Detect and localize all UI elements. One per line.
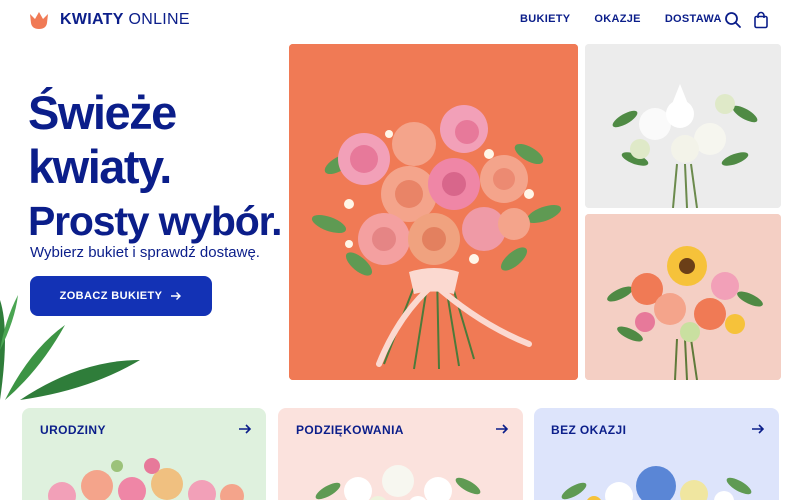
tulip-logo-icon — [30, 12, 48, 29]
brand-name-light: ONLINE — [128, 11, 190, 28]
arrow-right-icon — [496, 424, 509, 434]
site-header: KWIATY ONLINE BUKIETY OKAZJE DOSTAWA — [0, 0, 800, 40]
category-card-urodziny[interactable]: URODZINY — [22, 408, 266, 500]
arrow-right-icon — [752, 424, 765, 434]
sunflower-bouquet-illustration — [585, 214, 781, 380]
white-bouquet-image[interactable] — [585, 44, 781, 208]
pink-peach-bouquet-illustration — [289, 44, 578, 380]
no-occasion-flowers-illustration — [561, 466, 752, 500]
category-label: PODZIĘKOWANIA — [296, 423, 404, 437]
hero-title-line-2: kwiaty. — [28, 140, 172, 193]
category-label: BEZ OKAZJI — [551, 423, 627, 437]
thank-you-flowers-illustration — [315, 465, 481, 500]
hero-title-line-1: Świeże — [28, 86, 177, 139]
shopping-bag-icon[interactable] — [752, 11, 770, 29]
brand-name-bold: KWIATY — [60, 11, 124, 28]
category-card-podziekowania[interactable]: PODZIĘKOWANIA — [278, 408, 523, 500]
arrow-right-icon — [171, 292, 182, 300]
main-nav: BUKIETY OKAZJE DOSTAWA — [520, 13, 722, 25]
logo[interactable]: KWIATY ONLINE — [28, 10, 190, 30]
white-lily-bouquet-illustration — [585, 44, 781, 208]
hero-subtitle: Wybierz bukiet i sprawdź dostawę. — [30, 244, 260, 261]
search-icon[interactable] — [724, 11, 742, 29]
birthday-flowers-illustration — [48, 458, 244, 500]
arrow-right-icon — [239, 424, 252, 434]
category-label: URODZINY — [40, 423, 106, 437]
sunflower-bouquet-image[interactable] — [585, 214, 781, 380]
leaf-decoration — [0, 295, 140, 400]
nav-item-dostawa[interactable]: DOSTAWA — [665, 13, 722, 25]
nav-item-okazje[interactable]: OKAZJE — [594, 13, 640, 25]
nav-item-bukiety[interactable]: BUKIETY — [520, 13, 570, 25]
hero-title: Świeże kwiaty. Prosty wybór. — [28, 86, 288, 248]
hero-title-line-3: Prosty wybór. — [28, 198, 282, 244]
hero-bouquet-image[interactable] — [289, 44, 578, 380]
category-card-bez-okazji[interactable]: BEZ OKAZJI — [534, 408, 779, 500]
